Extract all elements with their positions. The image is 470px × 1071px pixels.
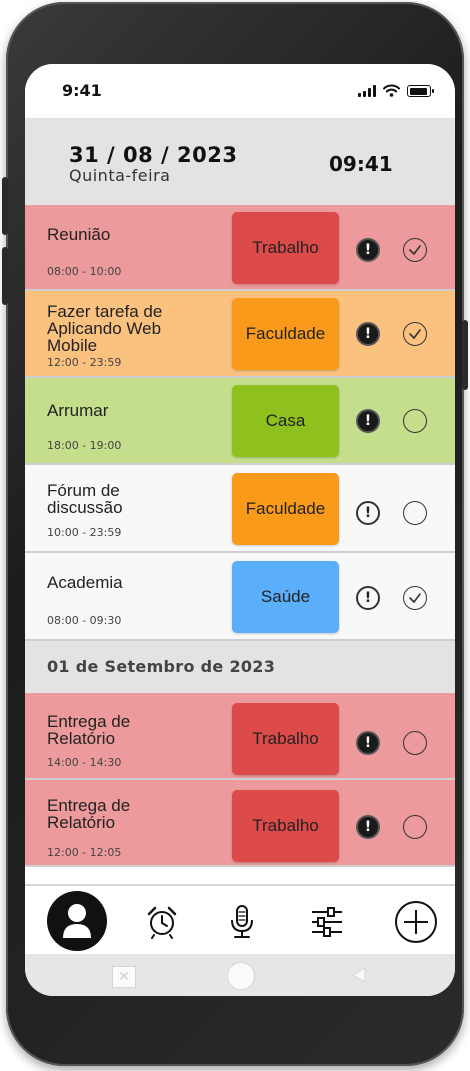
done-checkbox[interactable] [403,238,427,262]
exclamation-icon: ! [364,735,372,751]
section-date-label: 01 de Setembro de 2023 [47,657,276,676]
current-date: 31 / 08 / 2023 [69,143,238,167]
microphone-icon [231,905,253,938]
task-row[interactable]: Entrega de Relatório 14:00 - 14:30 Trabalh… [25,693,455,780]
task-hours: 10:00 - 23:59 [47,526,122,539]
done-checkbox[interactable] [403,501,427,525]
status-time: 9:41 [62,81,102,100]
current-weekday: Quinta-feira [69,166,171,185]
checkmark-icon [409,245,421,256]
profile-button[interactable] [47,891,107,951]
task-title: Reunião [47,225,111,244]
profile-icon [63,904,91,938]
task-title: Entrega de Relatório [47,796,131,832]
done-checkbox[interactable] [403,409,427,433]
category-tag[interactable]: Faculdade [232,298,339,370]
power-button [462,320,468,390]
exclamation-icon: ! [364,242,372,258]
exclamation-icon: ! [364,413,372,429]
volume-up-button [2,177,8,235]
task-row[interactable]: Entrega de Relatório 12:00 - 12:05 Trabalh… [25,780,455,867]
exclamation-icon: ! [364,590,372,606]
task-row[interactable]: Arrumar 18:00 - 19:00 Casa! [25,378,455,465]
recent-apps-button[interactable]: ✕ [112,966,136,988]
category-tag[interactable]: Faculdade [232,473,339,545]
task-title: Fórum de discussão [47,481,123,517]
category-tag[interactable]: Trabalho [232,790,339,862]
microphone-button[interactable] [222,902,262,942]
app-screen: 9:41 31 / 08 / 2023 Quinta-feira 09:41 R… [25,64,455,996]
current-time: 09:41 [329,152,393,176]
task-row[interactable]: Fórum de discussão 10:00 - 23:59 Faculdade… [25,465,455,553]
battery-icon [407,85,434,97]
wifi-icon [383,84,400,97]
task-row[interactable]: Reunião 08:00 - 10:00 Trabalho! [25,205,455,291]
exclamation-icon: ! [364,819,372,835]
task-hours: 08:00 - 10:00 [47,265,122,278]
date-header: 31 / 08 / 2023 Quinta-feira 09:41 [25,118,455,205]
task-title: Fazer tarefa de Aplicando Web Mobile [47,302,163,355]
alarm-button[interactable] [142,902,182,942]
category-tag[interactable]: Trabalho [232,703,339,775]
priority-toggle[interactable]: ! [356,409,380,433]
task-hours: 14:00 - 14:30 [47,756,122,769]
task-title: Arrumar [47,401,109,420]
priority-toggle[interactable]: ! [356,586,380,610]
checkmark-icon [409,593,421,604]
task-row[interactable]: Academia 08:00 - 09:30 Saúde! [25,553,455,641]
priority-toggle[interactable]: ! [356,322,380,346]
add-task-button[interactable] [393,899,439,945]
task-hours: 18:00 - 19:00 [47,439,122,452]
exclamation-icon: ! [364,505,372,521]
category-tag[interactable]: Casa [232,385,339,457]
task-hours: 08:00 - 09:30 [47,614,122,627]
date-separator: 01 de Setembro de 2023 [25,641,455,695]
done-checkbox[interactable] [403,586,427,610]
sliders-icon [312,907,342,937]
category-tag[interactable]: Saúde [232,561,339,633]
task-row[interactable]: Fazer tarefa de Aplicando Web Mobile 12:0… [25,291,455,378]
done-checkbox[interactable] [403,322,427,346]
signal-icon [358,85,376,97]
task-hours: 12:00 - 12:05 [47,846,122,859]
volume-down-button [2,247,8,305]
priority-toggle[interactable]: ! [356,501,380,525]
task-title: Academia [47,573,123,592]
phone-frame: 9:41 31 / 08 / 2023 Quinta-feira 09:41 R… [2,2,468,1066]
exclamation-icon: ! [364,326,372,342]
task-hours: 12:00 - 23:59 [47,356,122,369]
done-checkbox[interactable] [403,731,427,755]
add-icon [395,901,437,943]
checkmark-icon [409,329,421,340]
system-nav-bar: ✕ [25,954,455,996]
back-button[interactable] [350,966,368,984]
priority-toggle[interactable]: ! [356,731,380,755]
priority-toggle[interactable]: ! [356,238,380,262]
category-tag[interactable]: Trabalho [232,212,339,284]
bottom-nav [25,884,455,956]
task-title: Entrega de Relatório [47,712,131,748]
done-checkbox[interactable] [403,815,427,839]
priority-toggle[interactable]: ! [356,815,380,839]
close-icon: ✕ [118,969,130,985]
filter-settings-button[interactable] [307,902,347,942]
alarm-clock-icon [147,906,177,939]
home-button[interactable] [227,962,255,990]
status-bar: 9:41 [25,64,455,118]
